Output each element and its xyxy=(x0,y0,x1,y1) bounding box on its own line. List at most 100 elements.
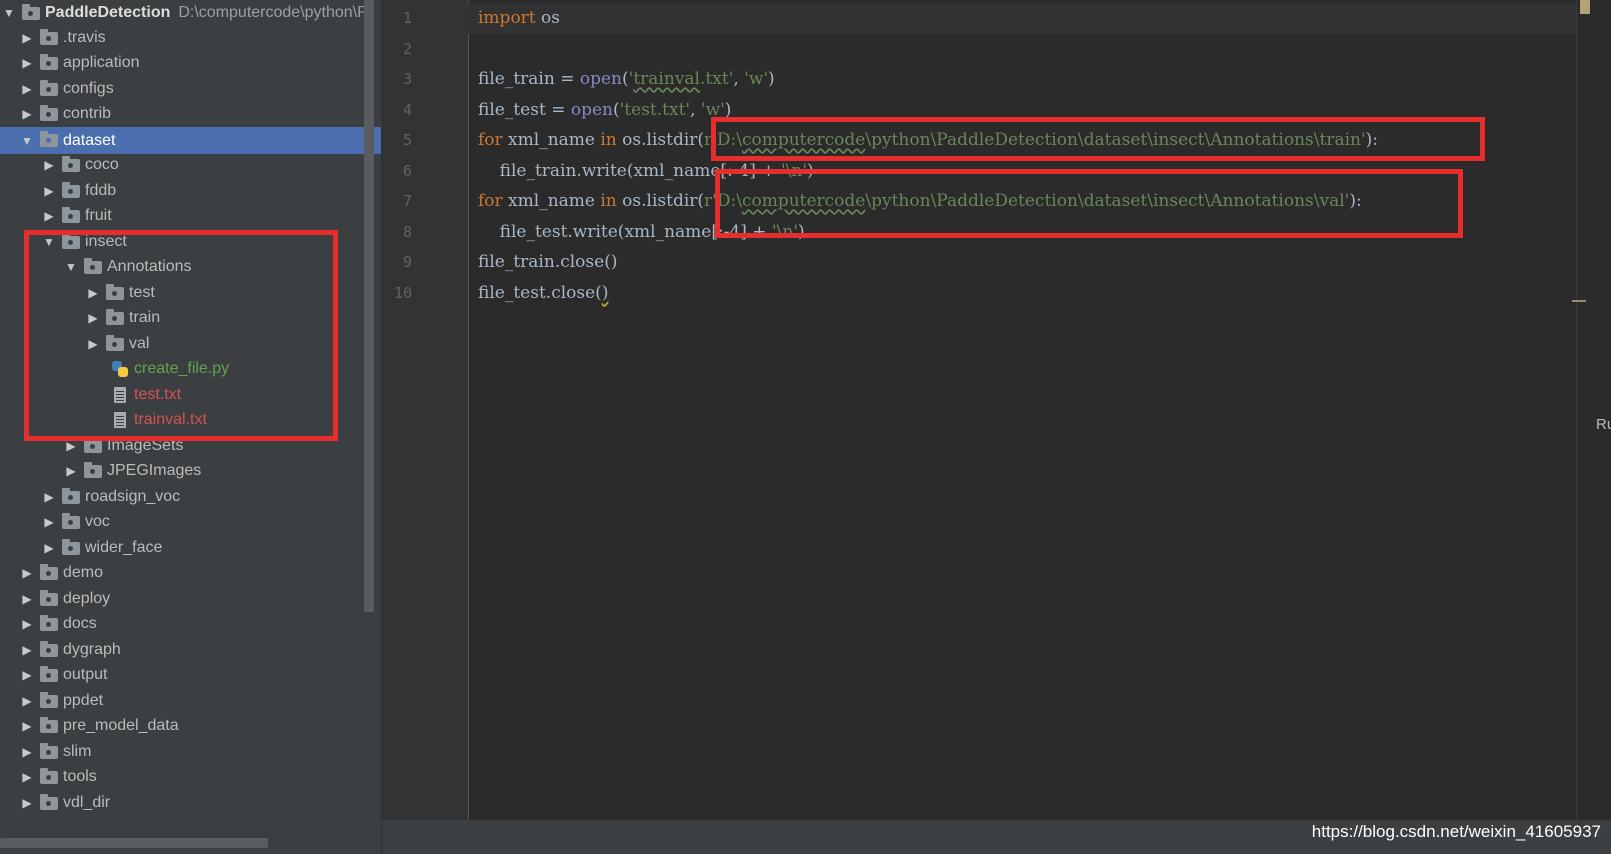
tree-item[interactable]: ▶ roadsign_voc xyxy=(0,484,382,510)
folder-icon xyxy=(40,53,58,70)
folder-icon xyxy=(40,563,58,580)
chevron-right-icon[interactable]: ▶ xyxy=(18,662,36,688)
folder-icon xyxy=(40,742,58,759)
tree-item[interactable]: ▶ fddb xyxy=(0,178,382,204)
tree-item[interactable]: ▶ demo xyxy=(0,560,382,586)
folder-icon xyxy=(40,614,58,631)
code-line-1[interactable]: import os xyxy=(478,3,560,34)
code-line-10[interactable]: file_test.close() xyxy=(478,278,608,309)
tree-item[interactable]: ▶ .travis xyxy=(0,25,382,51)
tree-item-label: output xyxy=(63,666,108,683)
project-tree: ▼ PaddleDetection D:\computercode\python… xyxy=(0,0,382,854)
chevron-right-icon[interactable]: ▶ xyxy=(18,739,36,765)
chevron-right-icon[interactable]: ▶ xyxy=(18,713,36,739)
tree-item-label: JPEGImages xyxy=(107,462,202,479)
chevron-right-icon[interactable]: ▶ xyxy=(18,50,36,76)
side-tab-label[interactable]: Ru xyxy=(1596,416,1611,433)
tree-item-label: coco xyxy=(85,156,119,173)
code-line-3[interactable]: file_train = open('trainval.txt', 'w') xyxy=(478,64,775,95)
current-line-highlight xyxy=(468,3,1576,34)
tree-item-label: deploy xyxy=(63,590,111,607)
tree-item[interactable]: ▶ slim xyxy=(0,739,382,765)
chevron-down-icon[interactable]: ▼ xyxy=(0,0,18,26)
folder-icon xyxy=(40,793,58,810)
chevron-right-icon[interactable]: ▶ xyxy=(40,484,58,510)
folder-icon xyxy=(62,155,80,172)
tree-item-label: pre_model_data xyxy=(63,717,179,734)
tree-item[interactable]: ▶ contrib xyxy=(0,101,382,127)
chevron-right-icon[interactable]: ▶ xyxy=(18,76,36,102)
chevron-down-icon[interactable]: ▼ xyxy=(18,128,36,154)
tree-item[interactable]: ▶ JPEGImages xyxy=(0,458,382,484)
tree-item-label: voc xyxy=(85,513,110,530)
chevron-right-icon[interactable]: ▶ xyxy=(18,611,36,637)
line-number: 10 xyxy=(393,284,412,302)
chevron-right-icon[interactable]: ▶ xyxy=(40,535,58,561)
folder-icon xyxy=(40,79,58,96)
tree-item[interactable]: ▶ tools xyxy=(0,764,382,790)
code-editor[interactable]: 1 2 3 4 5 6 7 8 9 10 import os file_trai… xyxy=(382,0,1611,854)
tree-item[interactable]: ▶ pre_model_data xyxy=(0,713,382,739)
folder-icon xyxy=(40,716,58,733)
chevron-right-icon[interactable]: ▶ xyxy=(18,688,36,714)
tree-item-label: tools xyxy=(63,768,97,785)
tree-item-label: ppdet xyxy=(63,692,104,709)
tree-item-label: contrib xyxy=(63,105,112,122)
chevron-right-icon[interactable]: ▶ xyxy=(62,458,80,484)
folder-icon xyxy=(40,28,58,45)
chevron-right-icon[interactable]: ▶ xyxy=(18,586,36,612)
chevron-right-icon[interactable]: ▶ xyxy=(18,560,36,586)
chevron-right-icon[interactable]: ▶ xyxy=(40,203,58,229)
chevron-right-icon[interactable]: ▶ xyxy=(40,152,58,178)
chevron-right-icon[interactable]: ▶ xyxy=(18,101,36,127)
chevron-right-icon[interactable]: ▶ xyxy=(18,790,36,816)
tree-vertical-scrollbar[interactable] xyxy=(364,0,374,612)
chevron-right-icon[interactable]: ▶ xyxy=(40,178,58,204)
tree-item[interactable]: ▶ vdl_dir xyxy=(0,790,382,816)
tree-item-label: docs xyxy=(63,615,97,632)
code-line-9[interactable]: file_train.close() xyxy=(478,247,617,278)
line-number: 2 xyxy=(402,40,412,58)
warning-stripe-marker[interactable] xyxy=(1572,300,1586,302)
folder-icon xyxy=(62,487,80,504)
line-number: 3 xyxy=(402,70,412,88)
chevron-right-icon[interactable]: ▶ xyxy=(18,637,36,663)
folder-icon xyxy=(62,181,80,198)
tree-item[interactable]: ▶ docs xyxy=(0,611,382,637)
tree-root[interactable]: ▼ PaddleDetection D:\computercode\python… xyxy=(0,0,382,26)
folder-icon xyxy=(40,131,58,147)
tree-item[interactable]: ▶ fruit xyxy=(0,203,382,229)
tree-item[interactable]: ▶ deploy xyxy=(0,586,382,612)
chevron-right-icon[interactable]: ▶ xyxy=(18,764,36,790)
tree-item-label: slim xyxy=(63,743,92,760)
tree-item[interactable]: ▶ coco xyxy=(0,152,382,178)
tree-item[interactable]: ▶ output xyxy=(0,662,382,688)
tree-item-selected[interactable]: ▼ dataset xyxy=(0,127,382,154)
tree-item[interactable]: ▶ configs xyxy=(0,76,382,102)
highlight-box-insect xyxy=(24,230,338,441)
inspection-status-marker[interactable] xyxy=(1580,0,1590,14)
folder-icon xyxy=(40,767,58,784)
chevron-right-icon[interactable]: ▶ xyxy=(18,25,36,51)
code-line-4[interactable]: file_test = open('test.txt', 'w') xyxy=(478,95,731,126)
line-number: 4 xyxy=(402,101,412,119)
chevron-right-icon[interactable]: ▶ xyxy=(40,509,58,535)
folder-icon xyxy=(22,3,40,20)
tree-horizontal-scrollbar[interactable] xyxy=(0,838,268,848)
folder-icon xyxy=(40,104,58,121)
tree-item[interactable]: ▶ voc xyxy=(0,509,382,535)
folder-icon xyxy=(62,512,80,529)
editor-scrollbar-track[interactable] xyxy=(1576,0,1577,820)
line-number: 6 xyxy=(402,162,412,180)
tree-item[interactable]: ▶ application xyxy=(0,50,382,76)
tree-item-label: roadsign_voc xyxy=(85,488,181,505)
project-name: PaddleDetection xyxy=(45,4,171,21)
tree-item-label: .travis xyxy=(63,29,106,46)
tree-item[interactable]: ▶ ppdet xyxy=(0,688,382,714)
folder-icon xyxy=(40,691,58,708)
tree-item[interactable]: ▶ dygraph xyxy=(0,637,382,663)
highlight-box-val-path xyxy=(715,169,1463,238)
tree-item-label: configs xyxy=(63,80,114,97)
tree-item[interactable]: ▶ wider_face xyxy=(0,535,382,561)
tree-item-label: fddb xyxy=(85,182,117,199)
